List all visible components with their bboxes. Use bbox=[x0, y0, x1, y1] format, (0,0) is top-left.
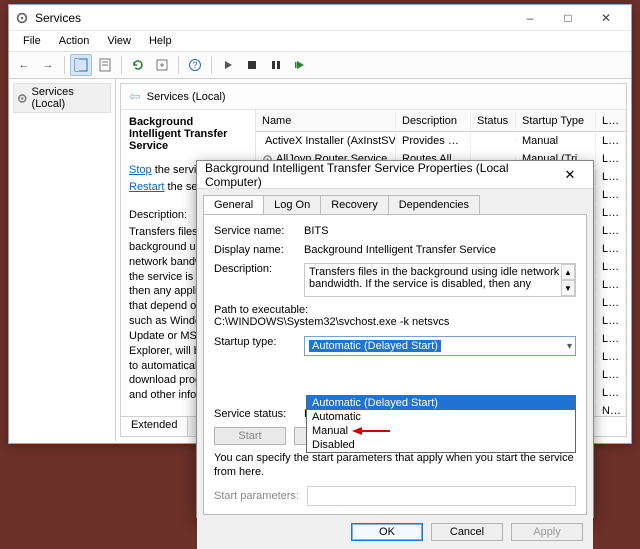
startup-type-select[interactable]: Automatic (Delayed Start) ▾ bbox=[304, 336, 576, 356]
panel-title: Services (Local) bbox=[147, 91, 226, 103]
start-button[interactable]: Start bbox=[214, 427, 286, 445]
scroll-up-icon[interactable]: ▲ bbox=[561, 264, 575, 280]
path-label: Path to executable: bbox=[214, 304, 576, 316]
titlebar[interactable]: Services – □ ✕ bbox=[9, 5, 631, 31]
startup-type-label: Startup type: bbox=[214, 336, 304, 348]
tree-node-services-local[interactable]: Services (Local) bbox=[13, 83, 111, 113]
display-name-value: Background Intelligent Transfer Service bbox=[304, 244, 576, 256]
col-logon[interactable]: Log bbox=[596, 113, 626, 129]
chevron-down-icon: ▾ bbox=[567, 341, 572, 352]
stop-link[interactable]: Stop bbox=[129, 164, 152, 176]
play-icon[interactable] bbox=[217, 54, 239, 76]
menu-action[interactable]: Action bbox=[51, 33, 98, 49]
tab-recovery[interactable]: Recovery bbox=[320, 195, 388, 214]
apply-button[interactable]: Apply bbox=[511, 523, 583, 541]
start-params-note: You can specify the start parameters tha… bbox=[214, 451, 576, 480]
startup-type-value: Automatic (Delayed Start) bbox=[309, 340, 441, 352]
tab-logon[interactable]: Log On bbox=[263, 195, 321, 214]
content-header: ⇦ Services (Local) bbox=[121, 84, 626, 110]
minimize-button[interactable]: – bbox=[511, 5, 549, 31]
menubar: File Action View Help bbox=[9, 31, 631, 52]
display-name-label: Display name: bbox=[214, 244, 304, 256]
export-icon[interactable] bbox=[151, 54, 173, 76]
help-icon[interactable]: ? bbox=[184, 54, 206, 76]
window-title: Services bbox=[35, 11, 511, 25]
cancel-button[interactable]: Cancel bbox=[431, 523, 503, 541]
close-button[interactable]: ✕ bbox=[587, 5, 625, 31]
restart-link[interactable]: Restart bbox=[129, 181, 164, 193]
selected-service-title: Background Intelligent Transfer Service bbox=[129, 116, 247, 152]
stop-icon[interactable] bbox=[241, 54, 263, 76]
menu-file[interactable]: File bbox=[15, 33, 49, 49]
list-header[interactable]: Name Description Status Startup Type Log bbox=[256, 110, 626, 132]
description-scroll[interactable]: ▲▼ bbox=[561, 264, 575, 296]
menu-view[interactable]: View bbox=[99, 33, 139, 49]
tab-extended[interactable]: Extended bbox=[121, 417, 188, 436]
dialog-body: Service name: BITS Display name: Backgro… bbox=[203, 214, 587, 515]
restart-icon[interactable] bbox=[289, 54, 311, 76]
show-hide-tree-icon[interactable] bbox=[70, 54, 92, 76]
nav-back-icon[interactable]: ← bbox=[13, 54, 35, 76]
service-status-label: Service status: bbox=[214, 408, 304, 420]
table-row[interactable]: ActiveX Installer (AxInstSV)Provides Us.… bbox=[256, 132, 626, 150]
path-value: C:\WINDOWS\System32\svchost.exe -k netsv… bbox=[214, 316, 576, 328]
tree-label: Services (Local) bbox=[32, 86, 107, 110]
pause-icon[interactable] bbox=[265, 54, 287, 76]
nav-forward-icon[interactable]: → bbox=[37, 54, 59, 76]
panel-back-icon[interactable]: ⇦ bbox=[129, 88, 141, 105]
option-manual[interactable]: Manual bbox=[307, 424, 575, 438]
toolbar: ← → ? bbox=[9, 52, 631, 79]
description-label: Description: bbox=[214, 263, 304, 275]
service-name-value: BITS bbox=[304, 225, 576, 237]
svg-text:?: ? bbox=[192, 60, 197, 70]
col-description[interactable]: Description bbox=[396, 113, 471, 129]
option-automatic[interactable]: Automatic bbox=[307, 410, 575, 424]
properties-icon[interactable] bbox=[94, 54, 116, 76]
option-auto-delayed[interactable]: Automatic (Delayed Start) bbox=[307, 396, 575, 410]
col-status[interactable]: Status bbox=[471, 113, 516, 129]
start-params-input[interactable] bbox=[307, 486, 576, 506]
gear-icon bbox=[17, 93, 28, 104]
option-disabled[interactable]: Disabled bbox=[307, 438, 575, 452]
dialog-tabs: General Log On Recovery Dependencies bbox=[197, 189, 593, 214]
col-name[interactable]: Name bbox=[256, 113, 396, 129]
dialog-title: Background Intelligent Transfer Service … bbox=[205, 161, 555, 189]
services-icon bbox=[15, 11, 29, 25]
description-value: Transfers files in the background using … bbox=[309, 266, 559, 290]
ok-button[interactable]: OK bbox=[351, 523, 423, 541]
start-params-label: Start parameters: bbox=[214, 490, 299, 502]
dialog-footer: OK Cancel Apply bbox=[197, 515, 593, 549]
dialog-close-icon[interactable]: ✕ bbox=[555, 167, 585, 183]
col-startup[interactable]: Startup Type bbox=[516, 113, 596, 129]
service-name-label: Service name: bbox=[214, 225, 304, 237]
scroll-down-icon[interactable]: ▼ bbox=[561, 280, 575, 296]
startup-type-dropdown[interactable]: Automatic (Delayed Start) Automatic Manu… bbox=[306, 395, 576, 453]
maximize-button[interactable]: □ bbox=[549, 5, 587, 31]
menu-help[interactable]: Help bbox=[141, 33, 180, 49]
tab-dependencies[interactable]: Dependencies bbox=[388, 195, 480, 214]
tree-pane: Services (Local) bbox=[9, 79, 116, 441]
properties-dialog: Background Intelligent Transfer Service … bbox=[196, 160, 594, 518]
dialog-titlebar[interactable]: Background Intelligent Transfer Service … bbox=[197, 161, 593, 189]
tab-general[interactable]: General bbox=[203, 195, 264, 214]
description-box[interactable]: Transfers files in the background using … bbox=[304, 263, 576, 297]
refresh-icon[interactable] bbox=[127, 54, 149, 76]
